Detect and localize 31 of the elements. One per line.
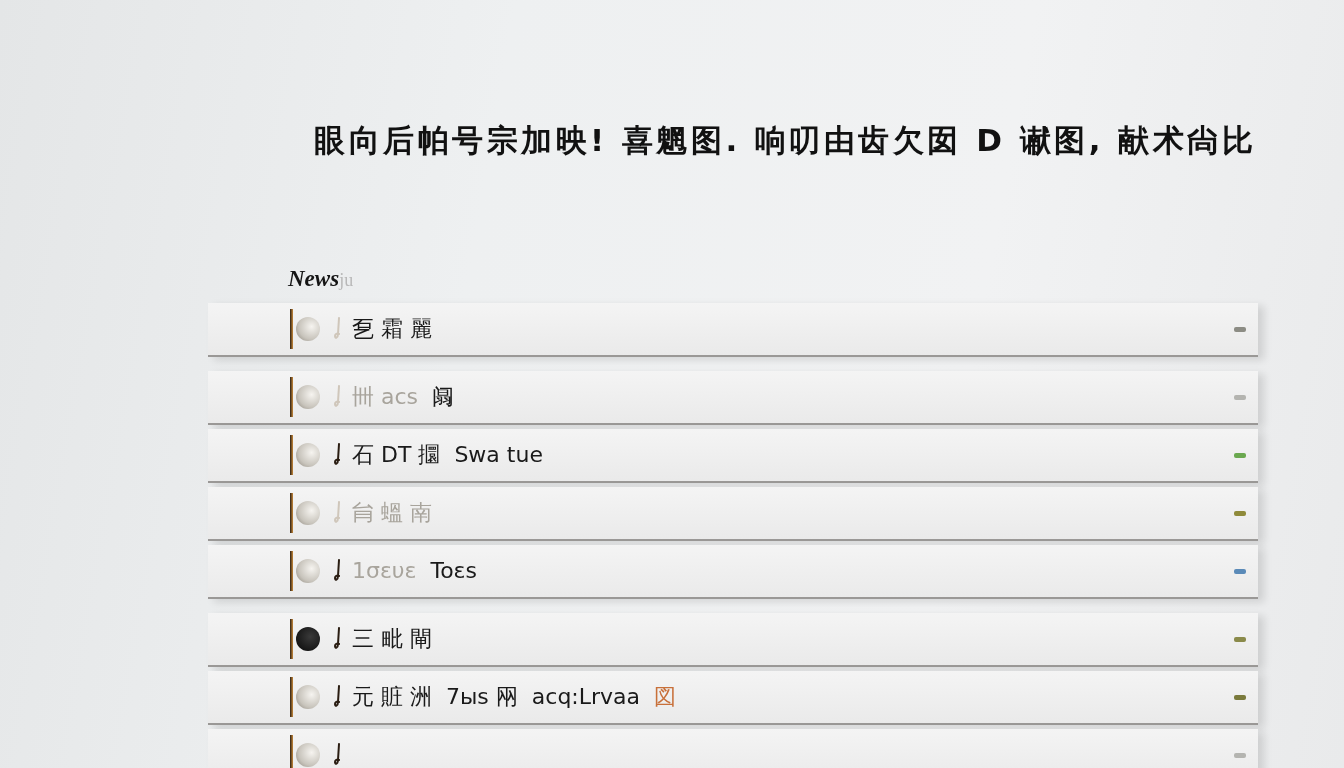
row-text: 三 毗 閘 [352, 625, 432, 653]
row-text: 卌 acs [352, 383, 419, 411]
row-text: 石 DT 攌 [352, 441, 441, 469]
vertical-bar-icon [290, 735, 293, 768]
news-row[interactable]: 1σευε Toεs [208, 545, 1258, 599]
row-text: 7ыs 㒳 [446, 683, 518, 711]
row-text: Toεs [430, 557, 477, 585]
row-text: 元 賍 洲 [352, 683, 432, 711]
vertical-bar-icon [290, 309, 293, 349]
news-row[interactable]: 元 賍 洲 7ыs 㒳 acq:Lrvaa 図 [208, 671, 1258, 725]
news-row[interactable]: 卌 acs 阘 [208, 371, 1258, 425]
vertical-bar-icon [290, 551, 293, 591]
vertical-bar-icon [290, 493, 293, 533]
row-text: 乭 霜 麗 [352, 315, 432, 343]
row-text: acq:Lrvaa [531, 683, 641, 711]
news-row[interactable]: 乭 霜 麗 [208, 303, 1258, 357]
vertical-bar-icon [290, 435, 293, 475]
vertical-bar-icon [290, 677, 293, 717]
section-label: News [288, 266, 340, 292]
headline: 眼向后帕号宗加映! 喜魍图. 响叨由齿欠囡 D 谳图, 献术尙比 [314, 121, 1258, 160]
news-row[interactable] [208, 729, 1258, 768]
row-text: 図 [654, 683, 677, 711]
row-text: 1σευε [352, 557, 417, 585]
vertical-bar-icon [290, 377, 293, 417]
row-text: 阘 [432, 383, 455, 411]
section-label-suffix: ju [339, 270, 354, 291]
row-text: Swa tue [454, 441, 543, 469]
vertical-bar-icon [290, 619, 293, 659]
row-text: 䏍 蝹 南 [352, 499, 432, 527]
news-row[interactable]: 三 毗 閘 [208, 613, 1258, 667]
news-row[interactable]: 石 DT 攌 Swa tue [208, 429, 1258, 483]
